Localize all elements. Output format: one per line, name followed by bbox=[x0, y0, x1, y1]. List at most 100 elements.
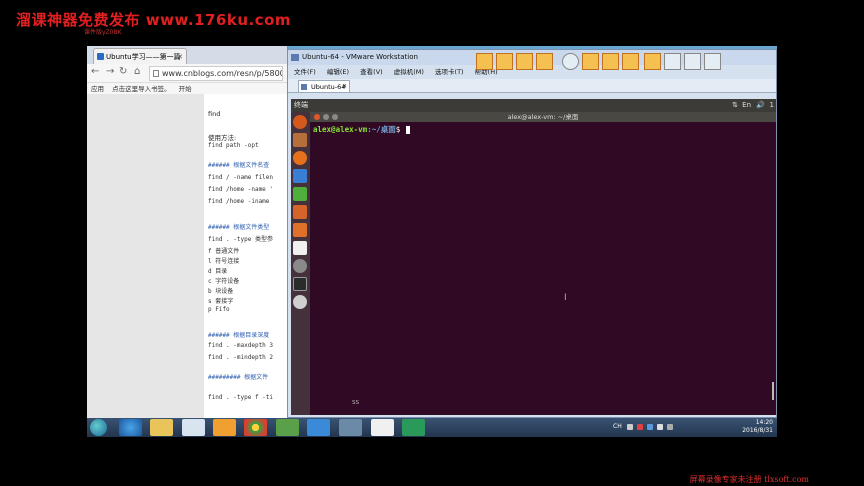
ime-indicator[interactable]: CH bbox=[613, 423, 622, 430]
vmware-taskbar-icon[interactable] bbox=[339, 419, 362, 436]
vm-tool-button[interactable] bbox=[536, 53, 553, 70]
tray-network-icon[interactable] bbox=[647, 424, 653, 430]
impress-icon[interactable] bbox=[293, 205, 307, 219]
reload-icon[interactable]: ↻ bbox=[119, 66, 127, 77]
terminal-window[interactable]: alex@alex-vm: ~/桌面 alex@alex-vm:~/桌面$ I … bbox=[310, 112, 776, 415]
article-line: l 符号连接 bbox=[208, 258, 240, 265]
maximize-icon[interactable] bbox=[332, 114, 338, 120]
network-icon[interactable]: ⇅ bbox=[732, 99, 738, 112]
close-icon[interactable] bbox=[314, 114, 320, 120]
vm-tool-button[interactable] bbox=[516, 53, 533, 70]
terminal-title: alex@alex-vm: ~/桌面 bbox=[507, 113, 579, 121]
media-player-icon[interactable] bbox=[213, 419, 236, 436]
page-icon bbox=[153, 70, 159, 77]
prefs-button[interactable] bbox=[602, 53, 619, 70]
bookmark-apps[interactable]: 应用 bbox=[91, 85, 104, 93]
prompt-user: alex@alex-vm bbox=[313, 125, 368, 134]
app-icon[interactable] bbox=[182, 419, 205, 436]
browser-tab[interactable]: Ubuntu学习——第一篇 ✕ bbox=[93, 48, 187, 64]
browser-tab-title: Ubuntu学习——第一篇 bbox=[106, 53, 181, 61]
vm-tab-ubuntu[interactable]: Ubuntu-64 ✕ bbox=[298, 80, 350, 92]
calc-icon[interactable] bbox=[293, 187, 307, 201]
panel-app-title: 终端 bbox=[294, 101, 308, 109]
url-text: www.cnblogs.com/resn/p/5800 bbox=[162, 69, 283, 78]
baidu-icon[interactable] bbox=[307, 419, 330, 436]
firefox-icon[interactable] bbox=[293, 151, 307, 165]
amazon-icon[interactable] bbox=[293, 241, 307, 255]
windows-taskbar: CH 14:20 2016/8/31 bbox=[87, 418, 777, 437]
recorder-icon[interactable] bbox=[371, 419, 394, 436]
browser-window: Ubuntu学习——第一篇 ✕ ← → ↻ ⌂ www.cnblogs.com/… bbox=[87, 46, 288, 418]
fullscreen-button[interactable] bbox=[476, 53, 493, 70]
notepad-icon[interactable] bbox=[276, 419, 299, 436]
pycharm-icon[interactable] bbox=[402, 419, 425, 436]
article-line: find . -type f -ti bbox=[208, 394, 274, 401]
dash-icon[interactable] bbox=[293, 115, 307, 129]
scrollbar[interactable] bbox=[772, 382, 774, 400]
files-icon[interactable] bbox=[293, 133, 307, 147]
article-line: find . -type 类型参 bbox=[208, 236, 273, 243]
vm-tool-button[interactable] bbox=[644, 53, 661, 70]
vm-console-icon[interactable] bbox=[664, 53, 681, 70]
tray-volume-icon[interactable] bbox=[657, 424, 663, 430]
terminal-icon[interactable] bbox=[293, 277, 307, 291]
address-input[interactable]: www.cnblogs.com/resn/p/5800 bbox=[149, 66, 283, 81]
tray-record-icon[interactable] bbox=[637, 424, 643, 430]
vm-monitor-icon[interactable] bbox=[684, 53, 701, 70]
tray-help-icon[interactable] bbox=[627, 424, 633, 430]
home-icon[interactable]: ⌂ bbox=[134, 66, 140, 77]
vm-power-icon[interactable] bbox=[562, 53, 579, 70]
browser-tab-strip: Ubuntu学习——第一篇 ✕ bbox=[87, 46, 287, 64]
snapshot-button[interactable] bbox=[582, 53, 599, 70]
vmware-icon bbox=[291, 54, 299, 61]
vmware-titlebar: Ubuntu-64 - VMware Workstation bbox=[288, 50, 776, 70]
vm-edit-icon[interactable] bbox=[704, 53, 721, 70]
article-line: s 套接字 bbox=[208, 298, 234, 305]
bookmark-import[interactable]: 点击这里导入书签。 bbox=[112, 85, 171, 93]
article-line: find /home -name ' bbox=[208, 186, 274, 193]
chrome-icon[interactable] bbox=[244, 419, 267, 436]
watermark-subtitle: 课件版yZ0BK bbox=[84, 29, 122, 36]
article-line: find . -maxdepth 3 bbox=[208, 342, 274, 349]
unity-launcher bbox=[291, 112, 310, 415]
software-center-icon[interactable] bbox=[293, 223, 307, 237]
address-bar-row: ← → ↻ ⌂ www.cnblogs.com/resn/p/5800 bbox=[87, 64, 287, 83]
back-icon[interactable]: ← bbox=[91, 66, 99, 77]
minimize-icon[interactable] bbox=[323, 114, 329, 120]
explorer-icon[interactable] bbox=[150, 419, 173, 436]
menu-edit[interactable]: 编辑(E) bbox=[327, 68, 349, 76]
terminal-output[interactable]: alex@alex-vm:~/桌面$ bbox=[310, 122, 776, 137]
vmware-title: Ubuntu-64 - VMware Workstation bbox=[302, 53, 418, 61]
keyboard-layout-indicator[interactable]: En bbox=[742, 99, 751, 112]
article-line: ###### 根据文件类型 bbox=[208, 224, 270, 231]
menu-view[interactable]: 查看(V) bbox=[360, 68, 383, 76]
ubuntu-top-panel: 终端 ⇅ En 🔊 1 bbox=[291, 99, 776, 112]
unity-button[interactable] bbox=[622, 53, 639, 70]
tray-flag-icon[interactable] bbox=[667, 424, 673, 430]
settings-icon[interactable] bbox=[293, 259, 307, 273]
watermark-title: 溜课神器免费发布 www.176ku.com bbox=[16, 11, 292, 29]
close-tab-icon[interactable]: ✕ bbox=[177, 49, 183, 64]
dvd-icon[interactable] bbox=[293, 295, 307, 309]
vmware-tabbar: Ubuntu-64 ✕ bbox=[288, 79, 776, 93]
writer-icon[interactable] bbox=[293, 169, 307, 183]
panel-indicator[interactable]: 1 bbox=[770, 99, 774, 112]
article-line: ######### 根据文件 bbox=[208, 374, 269, 381]
bookmark-start[interactable]: 开始 bbox=[179, 85, 192, 93]
article-line: f 普通文件 bbox=[208, 248, 240, 255]
ubuntu-desktop: 终端 ⇅ En 🔊 1 alex@alex-vm: ~/桌面 alex@alex… bbox=[291, 99, 776, 415]
menu-vm[interactable]: 虚拟机(M) bbox=[394, 68, 424, 76]
menu-tabs[interactable]: 选项卡(T) bbox=[435, 68, 464, 76]
start-button[interactable] bbox=[90, 419, 107, 436]
article-line: b 块设备 bbox=[208, 288, 234, 295]
volume-icon[interactable]: 🔊 bbox=[756, 99, 765, 112]
menu-file[interactable]: 文件(F) bbox=[294, 68, 316, 76]
close-tab-icon[interactable]: ✕ bbox=[342, 81, 347, 93]
ie-icon[interactable] bbox=[119, 419, 142, 436]
forward-icon[interactable]: → bbox=[106, 66, 114, 77]
text-cursor bbox=[405, 126, 410, 134]
vm-tool-button[interactable] bbox=[496, 53, 513, 70]
ibeam-cursor-icon: I bbox=[564, 293, 567, 303]
vmware-window: Ubuntu-64 - VMware Workstation 文件(F) 编辑(… bbox=[287, 49, 777, 418]
clock[interactable]: 14:20 2016/8/31 bbox=[742, 419, 773, 435]
